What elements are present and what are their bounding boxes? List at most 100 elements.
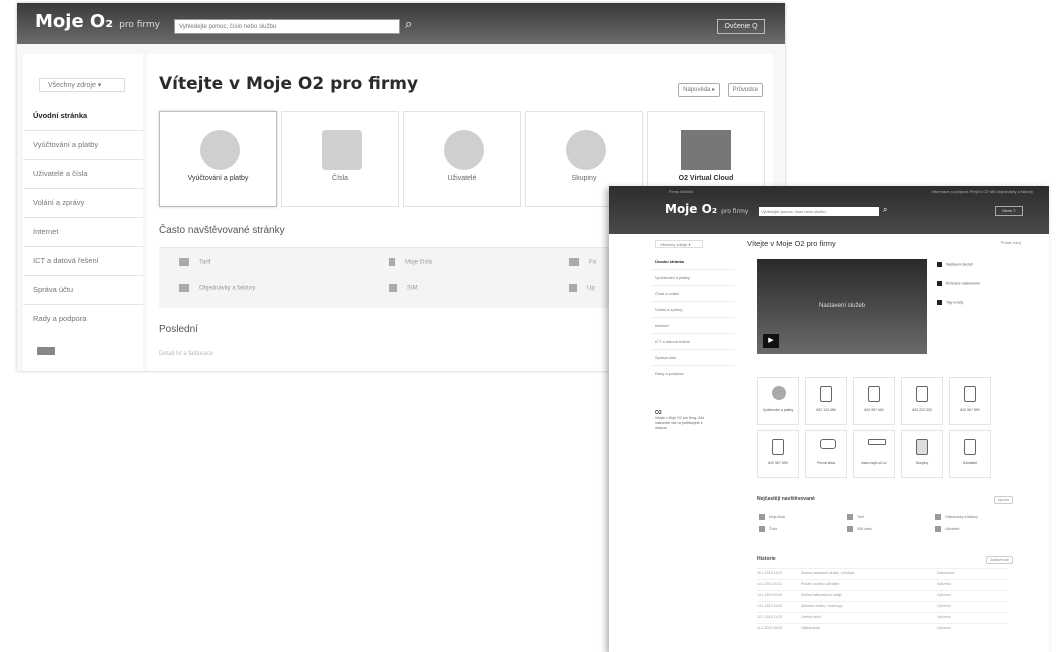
tile-label: Čísla [332, 175, 348, 182]
context-dropdown[interactable]: Všechny zdroje ▾ [655, 240, 703, 248]
tariff-icon [179, 258, 189, 266]
sidebar-info-box: O2 Vítejte v Moje O2 pro firmy. Zde nale… [655, 410, 705, 431]
search-input[interactable]: Vyhledejte pomoc, číslo nebo službu [759, 207, 879, 216]
tile-label: 602 123 456 [816, 408, 836, 412]
sidebar-item-ict[interactable]: ICT a datová řešení [651, 333, 735, 349]
history-row[interactable]: 11.1.2013 08:05 Objednávka Vyřízeno [757, 623, 1007, 633]
history-show-all-button[interactable]: Zobrazit vše [985, 556, 1013, 564]
frequent-link[interactable]: Uživatelé [935, 526, 959, 532]
tile-number[interactable]: 603 222 333 [901, 377, 943, 425]
frequent-link[interactable]: Objednávky a faktury [935, 514, 978, 520]
video-banner[interactable]: Nastavení služeb ▶ [757, 259, 927, 354]
tile-groups[interactable]: Skupiny [901, 430, 943, 478]
billing-icon [772, 386, 786, 400]
history-heading: Poslední [159, 324, 198, 335]
add-source-link[interactable]: Přidat zdroj [1001, 240, 1021, 245]
sidebar-item-billing[interactable]: Vyúčtování a platby [23, 130, 143, 159]
invoice-icon [179, 284, 189, 292]
bullet-icon [937, 262, 942, 267]
moje-o2-logo[interactable]: Moje O₂ pro firmy [665, 202, 748, 216]
sidebar-item-numbers[interactable]: Čísla a volání [651, 285, 735, 301]
sidebar-item-home[interactable]: Úvodní stránka [23, 102, 143, 130]
history-row[interactable]: 13.1.2013 16:52 Aktivace služby / roaming… [757, 601, 1007, 611]
tile-label: Uživatelé [962, 461, 978, 465]
tile-number[interactable]: 602 123 456 [805, 377, 847, 425]
top-right-links[interactable]: Informace a podpora Přejít k O2 Mé objed… [932, 189, 1033, 194]
play-icon[interactable]: ▶ [763, 334, 779, 348]
sidebar-item-ict[interactable]: ICT a datová řešení [23, 246, 143, 275]
sidebar-badge [37, 347, 55, 355]
sidebar: Všechny zdroje ▾ Úvodní stránka Vyúčtová… [23, 54, 143, 371]
tile-number[interactable]: 602 567 890 [949, 377, 991, 425]
menu-button[interactable]: Menu ≡ [995, 206, 1023, 216]
tile-billing[interactable]: Vyúčtování a platby [757, 377, 799, 425]
tile-users[interactable]: Uživatelé [403, 111, 521, 207]
top-links[interactable]: Firmy Mobilní [669, 189, 693, 194]
tile-label: 602 567 890 [960, 408, 980, 412]
frequent-link[interactable]: Tarif [179, 258, 210, 266]
video-link[interactable]: Nastavení služeb [937, 262, 980, 267]
user-icon [935, 526, 941, 532]
phone-icon [322, 130, 362, 170]
screenshot-home-detail: Firmy Mobilní Informace a podpora Přejít… [609, 186, 1049, 652]
frequent-link[interactable]: SIM [389, 284, 418, 292]
frequent-link[interactable]: Čísla [759, 526, 777, 532]
moje-o2-logo[interactable]: Moje O₂ pro firmy [35, 11, 160, 32]
tile-label: Skupiny [915, 461, 929, 465]
frequent-link[interactable]: Tarif [847, 514, 864, 520]
tile-users[interactable]: Uživatelé [949, 430, 991, 478]
tile-label: 602 567 890 [768, 461, 788, 465]
frequent-link[interactable]: Moje čísla [389, 258, 432, 266]
sidebar-item-support[interactable]: Rady a podpora [651, 365, 735, 381]
sidebar-item-calls[interactable]: Volání a zprávy [23, 188, 143, 217]
frequent-link[interactable]: Fa [569, 258, 596, 266]
sidebar-item-account[interactable]: Správa účtu [651, 349, 735, 365]
frequent-link[interactable]: Moje čísla [759, 514, 785, 520]
header-account-button[interactable]: Ovčenie Q [717, 19, 765, 34]
sidebar-item-billing[interactable]: Vyúčtování a platby [651, 269, 735, 285]
sidebar-item-internet[interactable]: Internet [651, 317, 735, 333]
phone-icon [772, 439, 784, 455]
video-link[interactable]: Tipy a rady [937, 300, 980, 305]
tile-number[interactable]: 602 987 654 [853, 377, 895, 425]
history-row[interactable]: 14.1.2013 09:43 Změna fakturačních údajů V… [757, 590, 1007, 600]
sim-icon [389, 284, 397, 292]
sidebar-item-account[interactable]: Správa účtu [23, 275, 143, 304]
frequent-link[interactable]: SIM karty [847, 526, 872, 532]
page-title: Vítejte v Moje O2 pro firmy [747, 239, 836, 248]
help-button[interactable]: Nápověda ▸ [678, 83, 721, 97]
guide-button[interactable]: Průvodce [727, 83, 763, 97]
frequent-link[interactable]: Up [569, 284, 595, 292]
history-row[interactable]: 14.1.2013 10:11 Přidání nového uživatele V… [757, 579, 1007, 589]
tile-internet[interactable]: www.moje-o2.cz [853, 430, 895, 478]
sidebar-item-internet[interactable]: Internet [23, 217, 143, 246]
page-title: Vítejte v Moje O2 pro firmy [159, 74, 419, 94]
upload-icon [569, 284, 577, 292]
search-icon[interactable]: ⌕ [405, 16, 412, 32]
users-icon [444, 130, 484, 170]
phone-icon [916, 386, 928, 402]
groups-icon [916, 439, 928, 455]
bullet-icon [937, 281, 942, 286]
search-input[interactable]: Vyhledejte pomoc, číslo nebo službu [174, 19, 400, 34]
sidebar-item-support[interactable]: Rady a podpora [23, 304, 143, 333]
history-row[interactable]: 15.1.2013 13:01 Změna nastavení služby / … [757, 568, 1007, 578]
context-dropdown[interactable]: Všechny zdroje ▾ [39, 78, 125, 92]
router-icon [868, 439, 886, 445]
cloud-icon [681, 130, 731, 170]
frequent-edit-button[interactable]: Upravit [993, 496, 1013, 504]
frequent-link[interactable]: Objednávky a faktury [179, 284, 255, 292]
sidebar-item-calls[interactable]: Volání a zprávy [651, 301, 735, 317]
sidebar-item-home[interactable]: Úvodní stránka [651, 254, 735, 269]
tile-numbers[interactable]: Čísla [281, 111, 399, 207]
tile-landline[interactable]: Pevná linka [805, 430, 847, 478]
frequent-heading: Nejčastěji navštěvované [757, 496, 815, 502]
sidebar-item-users[interactable]: Uživatelé a čísla [23, 159, 143, 188]
video-link[interactable]: Průvodce nastavením [937, 281, 980, 286]
search-icon[interactable]: ⌕ [883, 205, 887, 215]
history-row[interactable]: 12.1.2013 11:20 Změna tarifu Vyřízeno [757, 612, 1007, 622]
tile-billing[interactable]: Vyúčtování a platby [159, 111, 277, 207]
history-row[interactable]: Detail lvl a fakturace [159, 351, 213, 357]
tile-number[interactable]: 602 567 890 [757, 430, 799, 478]
top-header-bar: Moje O₂ pro firmy Vyhledejte pomoc, číslo… [17, 3, 785, 44]
